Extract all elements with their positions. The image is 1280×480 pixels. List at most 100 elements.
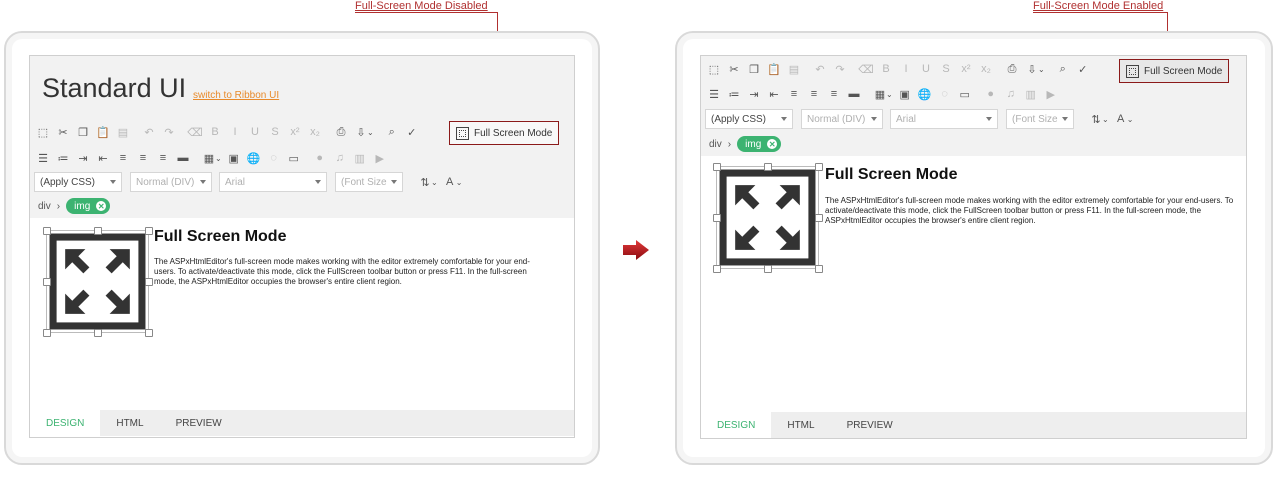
subscript-icon[interactable]: x₂ — [305, 122, 325, 142]
resize-handle[interactable] — [815, 265, 823, 273]
chevron-down-icon[interactable]: ⌄ — [367, 128, 374, 137]
font-combo[interactable]: Arial — [890, 109, 998, 129]
css-combo[interactable]: (Apply CSS) — [34, 172, 122, 192]
resize-handle[interactable] — [43, 227, 51, 235]
resize-handle[interactable] — [764, 265, 772, 273]
underline-icon[interactable]: U — [916, 59, 936, 79]
tab-html[interactable]: HTML — [771, 412, 830, 438]
remove-format-icon[interactable]: ⌫ — [856, 59, 876, 79]
left-content-area[interactable]: Full Screen Mode The ASPxHtmlEditor's fu… — [31, 218, 573, 410]
select-all-icon[interactable]: ⬚ — [704, 59, 724, 79]
resize-handle[interactable] — [713, 265, 721, 273]
image-icon[interactable]: ▭ — [955, 84, 975, 104]
resize-handle[interactable] — [764, 163, 772, 171]
font-combo[interactable]: Arial — [219, 172, 327, 192]
resize-handle[interactable] — [713, 163, 721, 171]
print-icon[interactable]: ⎙ — [1002, 59, 1022, 79]
fullscreen-image[interactable] — [713, 163, 823, 273]
resize-handle[interactable] — [145, 278, 153, 286]
youtube-icon[interactable]: ▶ — [1041, 84, 1061, 104]
subscript-icon[interactable]: x₂ — [976, 59, 996, 79]
css-combo[interactable]: (Apply CSS) — [705, 109, 793, 129]
resize-handle[interactable] — [145, 329, 153, 337]
youtube-icon[interactable]: ▶ — [370, 148, 390, 168]
underline-icon[interactable]: U — [245, 122, 265, 142]
spellcheck-icon[interactable]: ✓ — [402, 122, 422, 142]
unlink-icon[interactable]: ◌ — [264, 148, 284, 168]
strikethrough-icon[interactable]: S — [936, 59, 956, 79]
print-icon[interactable]: ⎙ — [331, 122, 351, 142]
bullet-list-icon[interactable]: ≔ — [53, 148, 73, 168]
resize-handle[interactable] — [713, 214, 721, 222]
bold-icon[interactable]: B — [205, 122, 225, 142]
font-size-combo[interactable]: (Font Size — [335, 172, 403, 192]
cut-icon[interactable]: ✂ — [53, 122, 73, 142]
fullscreen-button[interactable]: Full Screen Mode — [1119, 59, 1230, 83]
find-icon[interactable]: ⌕ — [382, 122, 402, 142]
outdent-icon[interactable]: ⇤ — [764, 84, 784, 104]
copy-icon[interactable]: ❐ — [744, 59, 764, 79]
breadcrumb-tag-pill[interactable]: img ✕ — [737, 136, 782, 152]
italic-icon[interactable]: I — [225, 122, 245, 142]
justify-icon[interactable]: ▬ — [173, 148, 193, 168]
align-center-icon[interactable]: ≡ — [133, 148, 153, 168]
copy-icon[interactable]: ❐ — [73, 122, 93, 142]
breadcrumb-path[interactable]: div — [38, 201, 51, 212]
undo-icon[interactable]: ↶ — [139, 122, 159, 142]
paste-icon[interactable]: 📋 — [764, 59, 784, 79]
select-all-icon[interactable]: ⬚ — [33, 122, 53, 142]
flash-icon[interactable]: ● — [310, 148, 330, 168]
audio-icon[interactable]: ♫ — [1001, 84, 1021, 104]
tab-html[interactable]: HTML — [100, 410, 159, 436]
breadcrumb-tag-pill[interactable]: img ✕ — [66, 198, 111, 214]
bold-icon[interactable]: B — [876, 59, 896, 79]
redo-icon[interactable]: ↷ — [159, 122, 179, 142]
tab-design[interactable]: DESIGN — [30, 410, 101, 436]
link-icon[interactable]: 🌐 — [915, 84, 935, 104]
switch-ribbon-link[interactable]: switch to Ribbon UI — [193, 90, 279, 101]
flash-icon[interactable]: ● — [981, 84, 1001, 104]
align-right-icon[interactable]: ≡ — [153, 148, 173, 168]
tab-preview[interactable]: PREVIEW — [160, 410, 238, 436]
justify-icon[interactable]: ▬ — [844, 84, 864, 104]
remove-tag-icon[interactable]: ✕ — [767, 139, 778, 149]
fullscreen-image[interactable] — [43, 227, 153, 337]
bullet-list-icon[interactable]: ≔ — [724, 84, 744, 104]
superscript-icon[interactable]: x² — [285, 122, 305, 142]
fullscreen-button[interactable]: Full Screen Mode — [449, 121, 560, 145]
chevron-down-icon[interactable]: ⌄ — [886, 90, 893, 99]
find-icon[interactable]: ⌕ — [1053, 59, 1073, 79]
italic-icon[interactable]: I — [896, 59, 916, 79]
numbered-list-icon[interactable]: ☰ — [33, 148, 53, 168]
insert-image-icon[interactable]: ▣ — [895, 84, 915, 104]
indent-icon[interactable]: ⇥ — [73, 148, 93, 168]
align-left-icon[interactable]: ≡ — [113, 148, 133, 168]
image-icon[interactable]: ▭ — [284, 148, 304, 168]
resize-handle[interactable] — [815, 214, 823, 222]
undo-icon[interactable]: ↶ — [810, 59, 830, 79]
align-left-icon[interactable]: ≡ — [784, 84, 804, 104]
strikethrough-icon[interactable]: S — [265, 122, 285, 142]
remove-tag-icon[interactable]: ✕ — [96, 201, 107, 211]
audio-icon[interactable]: ♫ — [330, 148, 350, 168]
resize-handle[interactable] — [145, 227, 153, 235]
redo-icon[interactable]: ↷ — [830, 59, 850, 79]
paragraph-combo[interactable]: Normal (DIV) — [130, 172, 212, 192]
paragraph-combo[interactable]: Normal (DIV) — [801, 109, 883, 129]
superscript-icon[interactable]: x² — [956, 59, 976, 79]
chevron-down-icon[interactable]: ⌄ — [215, 154, 222, 163]
unlink-icon[interactable]: ◌ — [935, 84, 955, 104]
remove-format-icon[interactable]: ⌫ — [185, 122, 205, 142]
resize-handle[interactable] — [43, 278, 51, 286]
align-right-icon[interactable]: ≡ — [824, 84, 844, 104]
video-icon[interactable]: ▥ — [1021, 84, 1041, 104]
insert-image-icon[interactable]: ▣ — [224, 148, 244, 168]
tab-design[interactable]: DESIGN — [701, 412, 772, 438]
cut-icon[interactable]: ✂ — [724, 59, 744, 79]
resize-handle[interactable] — [94, 329, 102, 337]
indent-icon[interactable]: ⇥ — [744, 84, 764, 104]
link-icon[interactable]: 🌐 — [244, 148, 264, 168]
paste-icon[interactable]: 📋 — [93, 122, 113, 142]
align-center-icon[interactable]: ≡ — [804, 84, 824, 104]
tab-preview[interactable]: PREVIEW — [831, 412, 909, 438]
